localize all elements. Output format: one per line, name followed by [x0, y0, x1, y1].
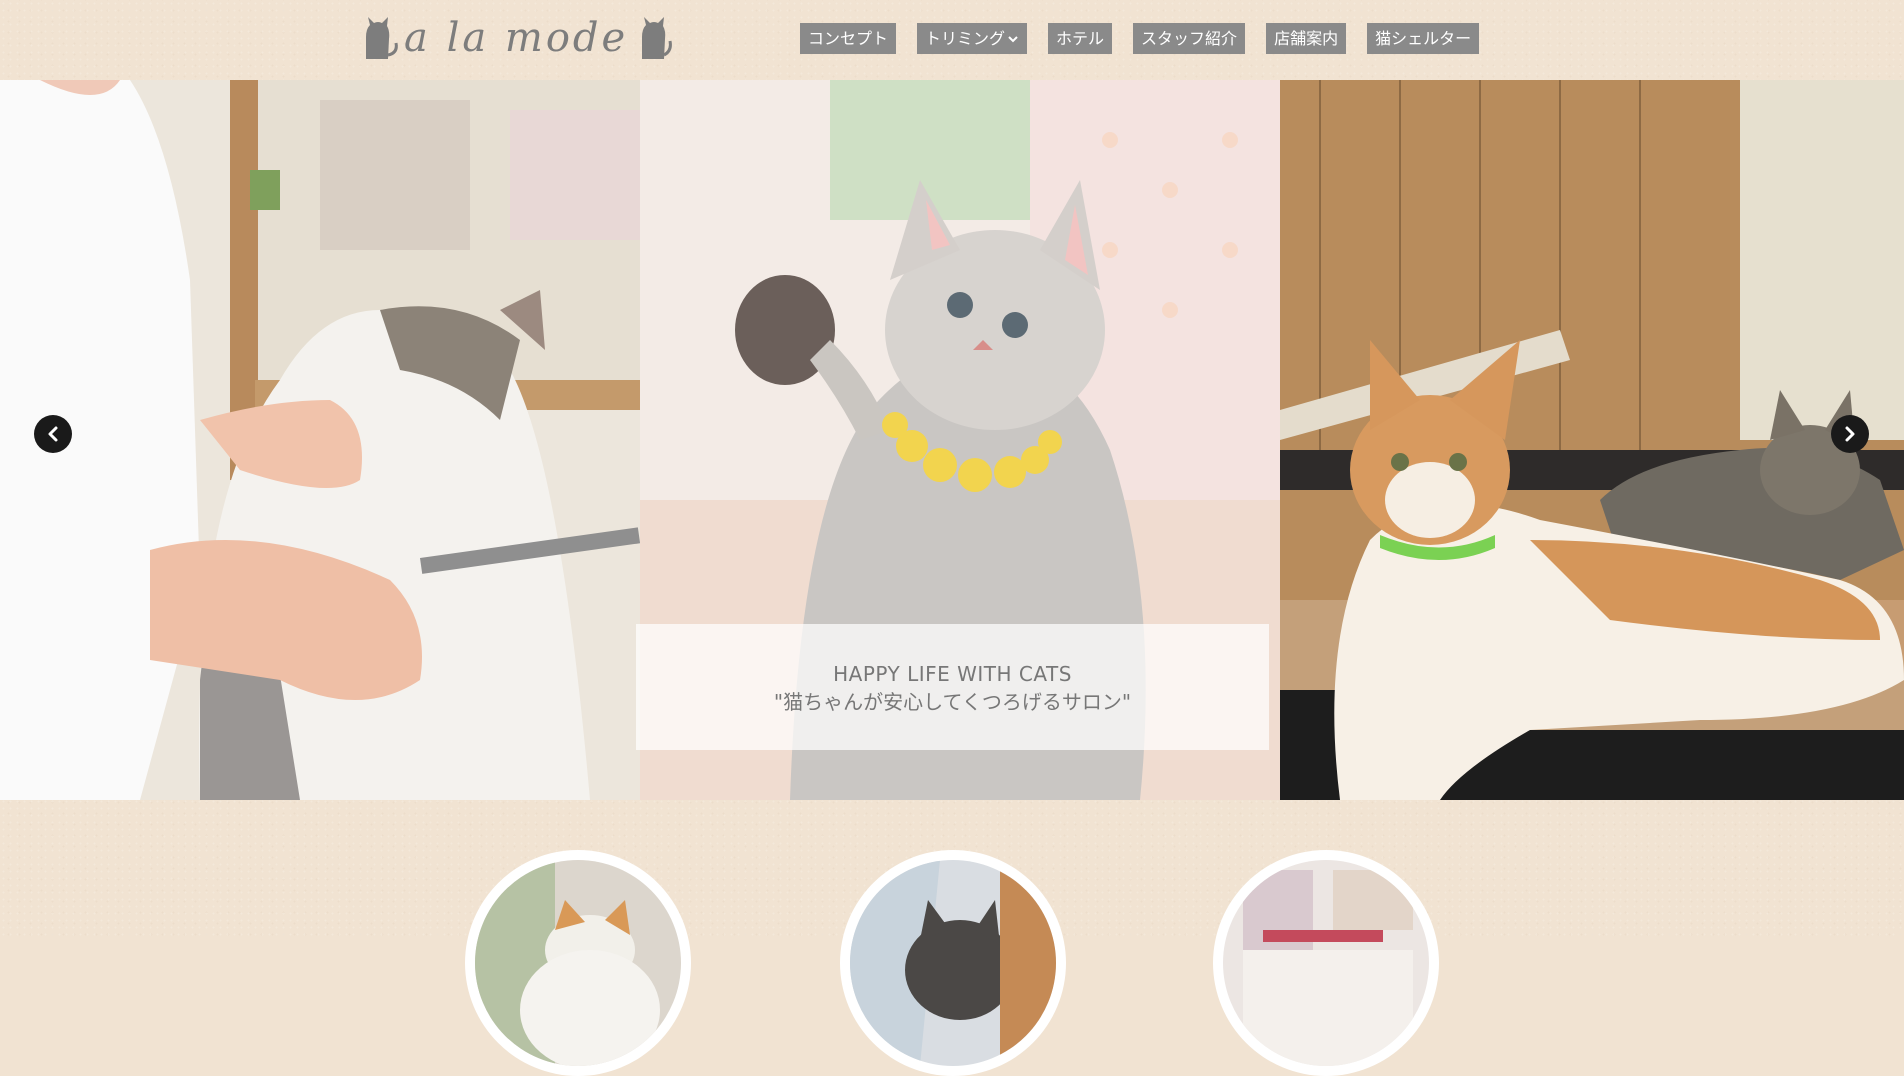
feature-links — [0, 850, 1904, 1076]
nav-label: スタッフ紹介 — [1141, 29, 1238, 48]
slide-cats-photo — [1280, 80, 1904, 800]
slide-grooming-photo — [0, 80, 640, 800]
nav-item-hotel[interactable]: ホテル — [1048, 23, 1113, 54]
nav-item-trimming[interactable]: トリミング — [917, 23, 1028, 54]
nav-label: コンセプト — [808, 29, 889, 48]
logo-text: a la mode — [404, 15, 629, 61]
nav-label: 店舗案内 — [1274, 29, 1339, 48]
carousel-next-button[interactable] — [1831, 415, 1869, 453]
nav-item-concept[interactable]: コンセプト — [800, 23, 897, 54]
nav-item-staff[interactable]: スタッフ紹介 — [1133, 23, 1246, 54]
chevron-down-icon — [1008, 35, 1018, 42]
nav-label: ホテル — [1056, 29, 1105, 48]
nav-label: 猫シェルター — [1375, 29, 1472, 48]
cat-silhouette-icon — [366, 17, 398, 59]
carousel-prev-button[interactable] — [34, 415, 72, 453]
chevron-left-icon — [48, 426, 58, 442]
feature-circle-3[interactable] — [1213, 850, 1439, 1076]
nav-item-cat-shelter[interactable]: 猫シェルター — [1367, 23, 1480, 54]
chevron-right-icon — [1845, 426, 1855, 442]
feature-photo — [850, 860, 1056, 1066]
site-logo[interactable]: a la mode — [360, 12, 673, 64]
caption-title: HAPPY LIFE WITH CATS — [833, 662, 1072, 686]
feature-circle-1[interactable] — [465, 850, 691, 1076]
hero-carousel[interactable]: HAPPY LIFE WITH CATS "猫ちゃんが安心してくつろげるサロン" — [0, 80, 1904, 800]
feature-photo — [475, 860, 681, 1066]
site-header: a la mode コンセプト トリミング ホテル スタッフ紹介 店舗案内 猫シ… — [0, 0, 1904, 80]
cat-silhouette-icon — [642, 17, 673, 59]
feature-circle-2[interactable] — [840, 850, 1066, 1076]
caption-subtitle: "猫ちゃんが安心してくつろげるサロン" — [773, 690, 1132, 714]
nav-item-shop-info[interactable]: 店舗案内 — [1266, 23, 1347, 54]
carousel-caption: HAPPY LIFE WITH CATS "猫ちゃんが安心してくつろげるサロン" — [636, 624, 1269, 750]
nav-label: トリミング — [925, 29, 1006, 48]
main-nav: コンセプト トリミング ホテル スタッフ紹介 店舗案内 猫シェルター — [800, 23, 1480, 54]
feature-photo — [1223, 860, 1429, 1066]
